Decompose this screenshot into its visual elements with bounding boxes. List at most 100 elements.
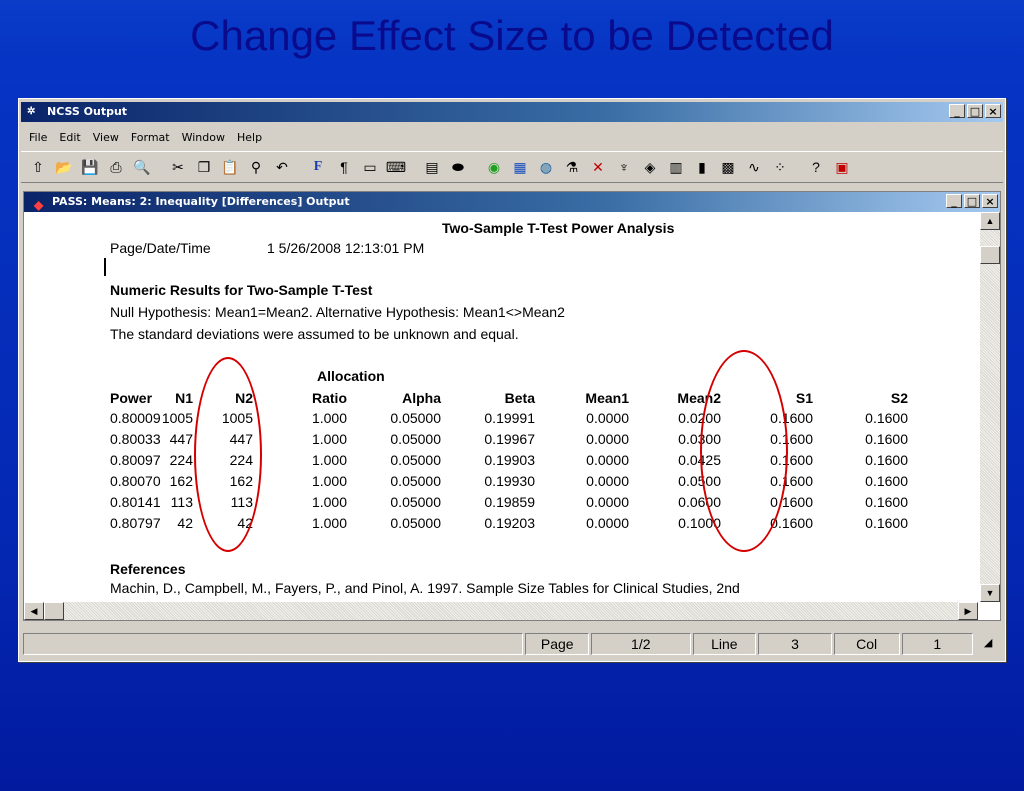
resize-grip-icon[interactable]: ◢ [975,633,1001,655]
vertical-scrollbar[interactable]: ▲ ▼ [980,212,1000,602]
pointer-icon[interactable]: ⇧ [27,156,49,178]
table-cell: 0.1000 [678,515,721,531]
print-preview-icon[interactable]: 🔍 [131,156,153,178]
scroll-down-button[interactable]: ▼ [980,584,1000,602]
app-titlebar[interactable]: ✲ NCSS Output _ □ × [21,102,1003,122]
scroll-left-button[interactable]: ◀ [24,602,44,620]
print-icon[interactable]: ⎙ [105,156,127,178]
table-cell: 0.80033 [110,431,161,447]
chart-color-icon[interactable]: ◉ [483,156,505,178]
table-cell: 0.1600 [865,515,908,531]
open-folder-icon[interactable]: 📂 [53,156,75,178]
globe-icon[interactable]: ◍ [535,156,557,178]
menu-file[interactable]: File [23,129,53,147]
sd-assumption-line: The standard deviations were assumed to … [110,326,519,342]
paragraph-icon[interactable]: ¶ [333,156,355,178]
save-icon[interactable]: 💾 [79,156,101,178]
table-cell: 42 [177,515,193,531]
table-cell: 0.1600 [770,515,813,531]
table-cell: 0.05000 [390,515,441,531]
close-button[interactable]: × [985,104,1001,118]
table-cell: 1.000 [311,452,347,468]
reference-line: Machin, D., Campbell, M., Fayers, P., an… [110,580,740,596]
menu-format[interactable]: Format [125,129,176,147]
column-header: Mean1 [585,390,629,406]
bar-chart-icon[interactable]: ▮ [691,156,713,178]
table-cell: 0.19991 [484,410,535,426]
report-content[interactable]: Two-Sample T-Test Power Analysis Page/Da… [24,212,978,602]
table-cell: 224 [169,452,193,468]
tree-icon[interactable]: ♆ [613,156,635,178]
hscroll-thumb[interactable] [44,602,64,620]
help-icon[interactable]: ? [805,156,827,178]
menu-edit[interactable]: Edit [53,129,86,147]
table-icon[interactable]: ▦ [509,156,531,178]
font-icon[interactable]: F [307,156,329,178]
scroll-thumb[interactable] [980,246,1000,264]
toolbar-separator [297,156,303,178]
freq-icon[interactable]: ▥ [665,156,687,178]
table-cell: 0.05000 [390,473,441,489]
table-cell: 0.1600 [770,494,813,510]
cut-icon[interactable]: ✂ [167,156,189,178]
report-maximize-button[interactable]: □ [964,194,980,208]
grid-chart-icon[interactable]: ▩ [717,156,739,178]
table-cell: 0.05000 [390,410,441,426]
text-cursor [104,258,106,276]
mra-icon[interactable]: ◈ [639,156,661,178]
report-minimize-button[interactable]: _ [946,194,962,208]
table-cell: 0.1600 [865,473,908,489]
paste-icon[interactable]: 📋 [219,156,241,178]
copy-icon[interactable]: ❐ [193,156,215,178]
app-icon: ✲ [27,106,36,117]
minimize-button[interactable]: _ [949,104,965,118]
status-message [23,633,524,655]
column-header: S1 [795,390,813,406]
keyboard-icon[interactable]: ⌨ [385,156,407,178]
horizontal-scrollbar[interactable]: ◀ ▶ [24,602,978,620]
table-cell: 0.0000 [586,515,629,531]
table-cell: 113 [170,494,193,510]
table-cell: 0.05000 [390,452,441,468]
toggle-icon[interactable]: ⬬ [447,156,469,178]
table-cell: 0.0000 [586,494,629,510]
status-page-value: 1/2 [591,633,691,655]
report-titlebar[interactable]: ◆ PASS: Means: 2: Inequality [Difference… [24,192,1000,212]
table-cell: 0.80097 [110,452,161,468]
column-header: Power [110,390,153,406]
table-cell: 113 [230,494,253,510]
app-title: NCSS Output [47,105,128,118]
table-cell: 0.80070 [110,473,161,489]
table-cell: 0.0000 [586,473,629,489]
table-cell: 0.1600 [865,494,908,510]
ruler-icon[interactable]: ▭ [359,156,381,178]
pdf-icon[interactable]: ▣ [831,156,853,178]
menu-view[interactable]: View [87,129,125,147]
scroll-right-button[interactable]: ▶ [958,602,978,620]
x-icon[interactable]: ✕ [587,156,609,178]
table-cell: 0.1600 [865,452,908,468]
status-line-label: Line [692,633,757,655]
status-page-label: Page [525,633,590,655]
scroll-up-button[interactable]: ▲ [980,212,1000,230]
maximize-button[interactable]: □ [967,104,983,118]
flask-icon[interactable]: ⚗ [561,156,583,178]
menu-help[interactable]: Help [231,129,268,147]
table-cell: 447 [229,431,253,447]
allocation-label: Allocation [317,368,385,384]
report-close-button[interactable]: × [982,194,998,208]
undo-icon[interactable]: ↶ [271,156,293,178]
menu-window[interactable]: Window [176,129,231,147]
table-cell: 0.80141 [110,494,161,510]
scatter-icon[interactable]: ⁘ [769,156,791,178]
table-cell: 1.000 [311,473,347,489]
page-value: 1 5/26/2008 12:13:01 PM [267,240,425,256]
section-title: Numeric Results for Two-Sample T-Test [110,282,373,298]
line-chart-icon[interactable]: ∿ [743,156,765,178]
find-icon[interactable]: ⚲ [245,156,267,178]
status-col-value: 1 [901,633,974,655]
ncss-output-window: ✲ NCSS Output _ □ × File Edit View Format Wi… [18,98,1006,662]
table-cell: 0.19967 [484,431,535,447]
document-icon[interactable]: ▤ [421,156,443,178]
table-cell: 1005 [161,410,193,426]
